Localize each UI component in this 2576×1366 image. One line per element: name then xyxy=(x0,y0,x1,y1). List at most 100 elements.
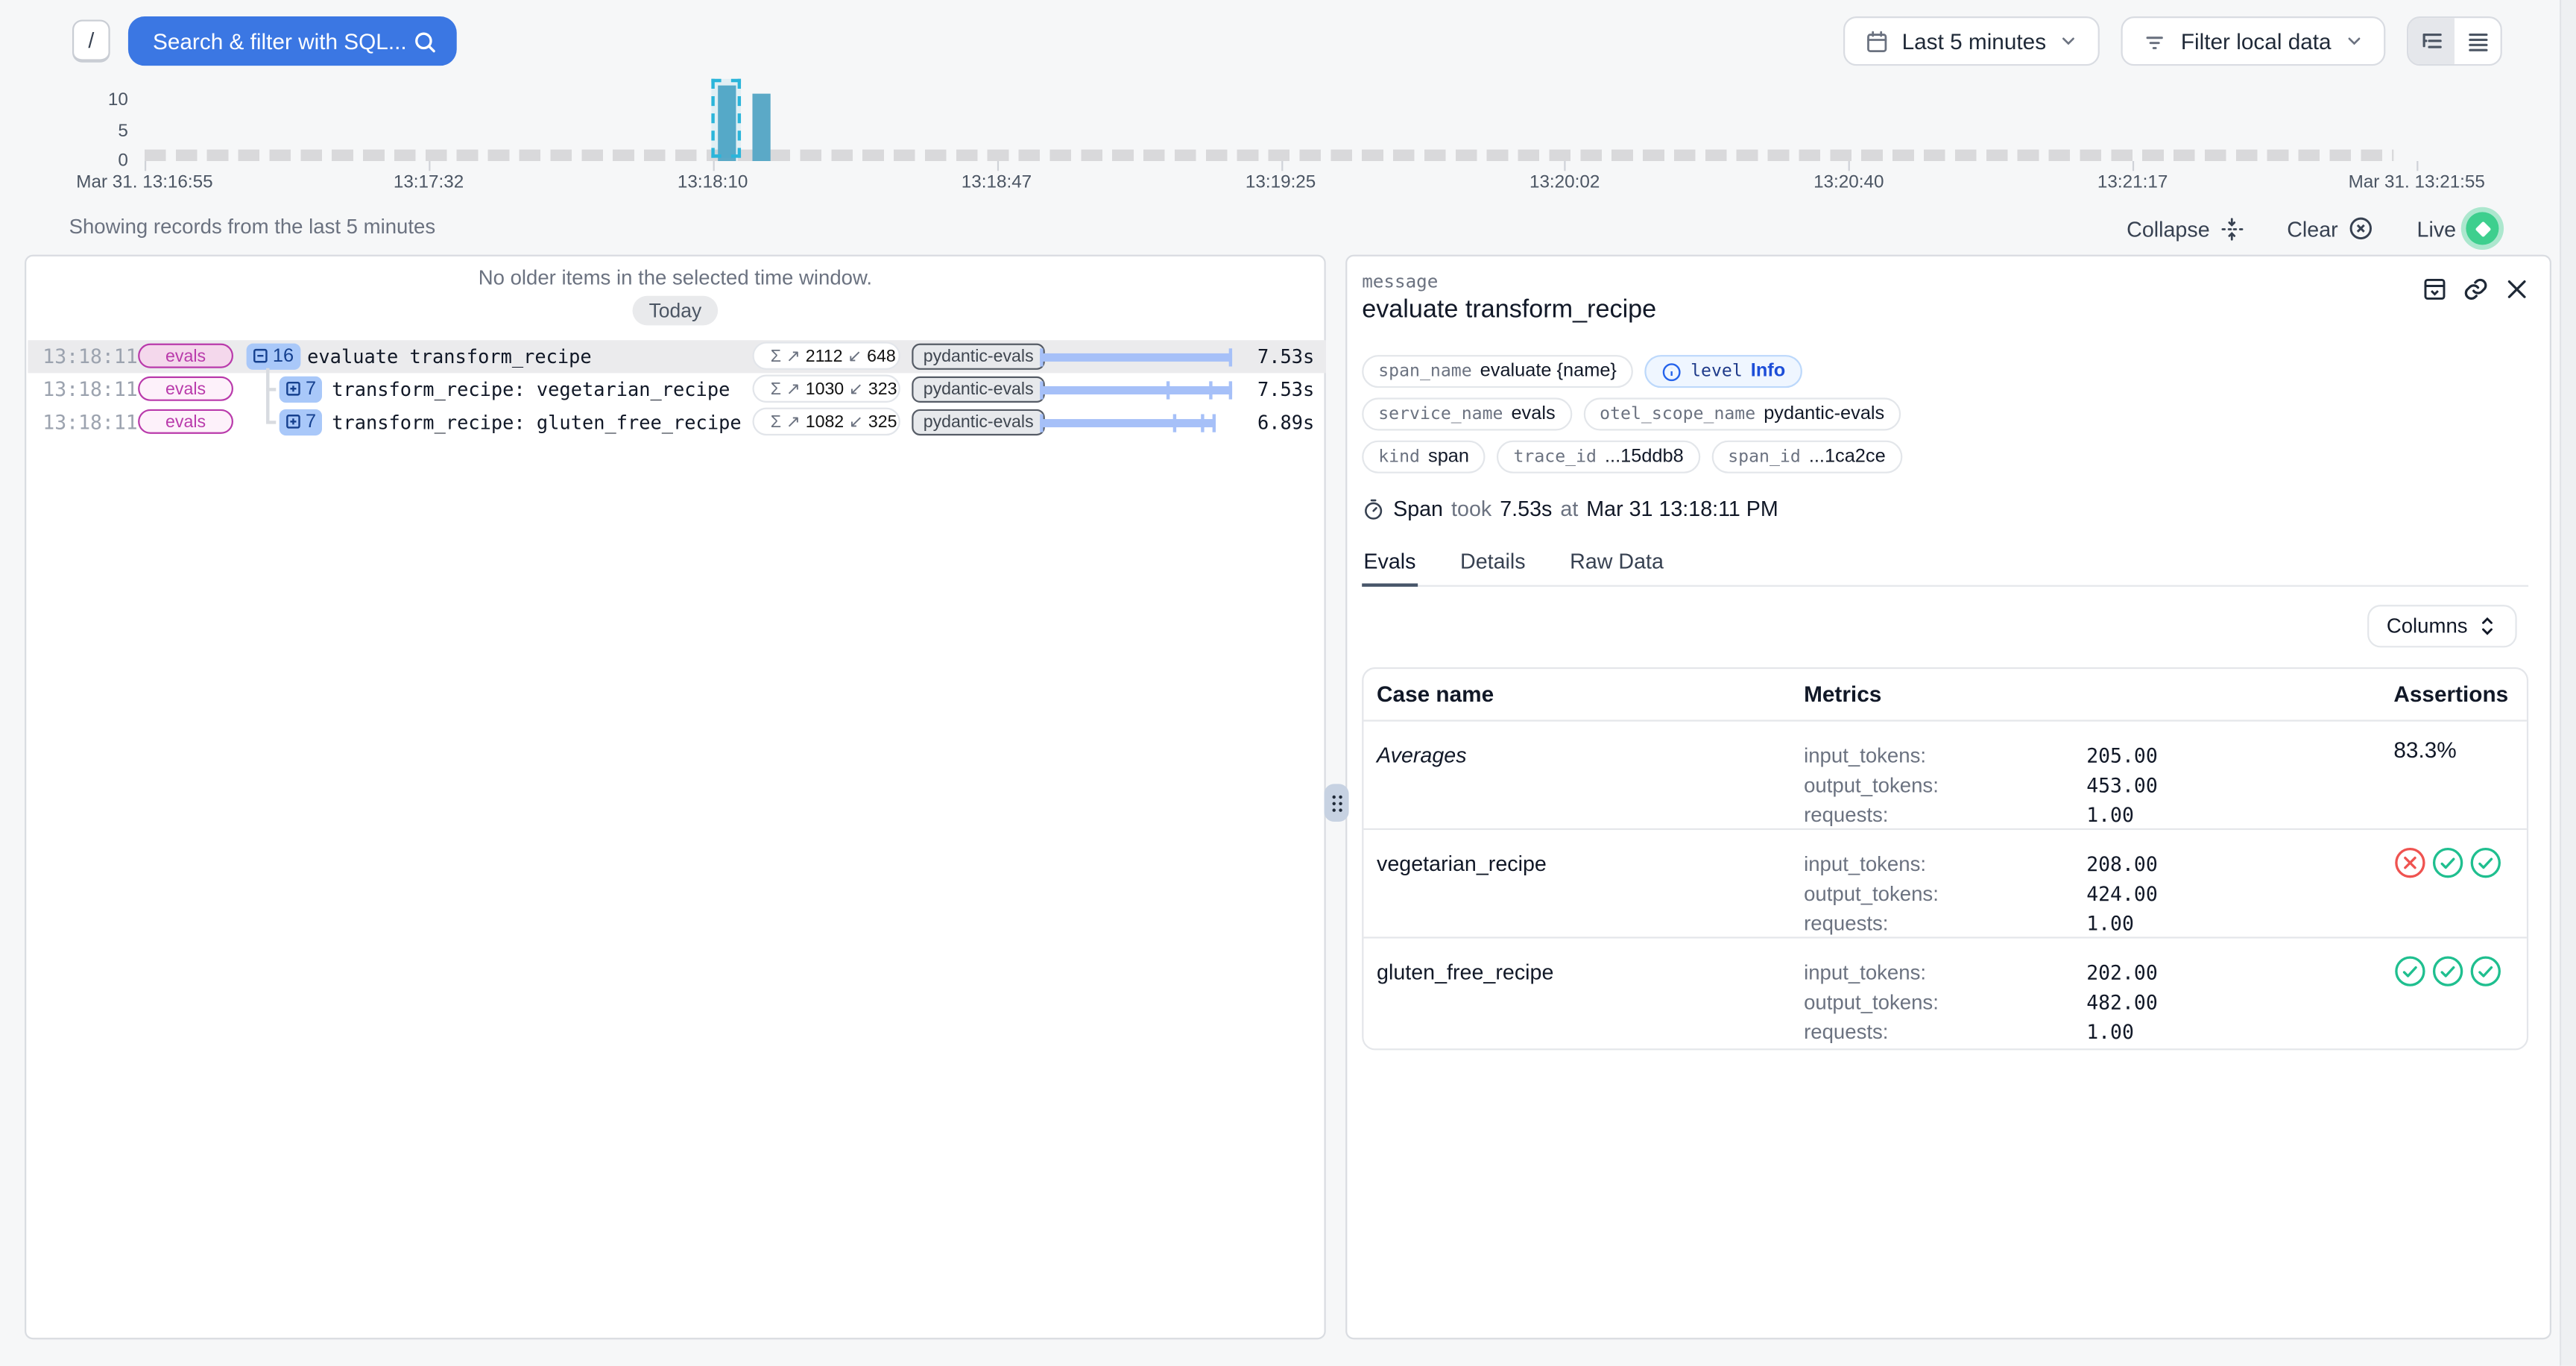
input-tokens: 1082 xyxy=(806,412,844,431)
eval-row-gluten-free[interactable]: gluten_free_recipe input_tokens: output_… xyxy=(1363,939,2527,1047)
x-axis-tick xyxy=(145,161,146,171)
collapse-button[interactable]: Collapse xyxy=(2127,216,2244,241)
collapse-children-badge[interactable]: 16 xyxy=(247,343,300,369)
span-name[interactable]: evaluate transform_recipe xyxy=(307,345,592,368)
selection-region[interactable] xyxy=(711,79,741,158)
tab-evals[interactable]: Evals xyxy=(1362,549,1417,587)
window-scrollbar[interactable] xyxy=(2560,0,2576,1366)
columns-button[interactable]: Columns xyxy=(2367,605,2516,647)
output-tokens: 325 xyxy=(868,412,897,431)
sigma-icon: Σ xyxy=(771,346,781,365)
otel-scope-tag[interactable]: pydantic-evals xyxy=(912,409,1045,435)
span-name[interactable]: transform_recipe: gluten_free_recipe xyxy=(332,411,741,434)
attr-value: ...15ddb8 xyxy=(1605,447,1684,467)
duration-tick xyxy=(1209,380,1212,398)
service-tag[interactable]: evals xyxy=(138,344,233,368)
filter-icon xyxy=(2143,29,2168,54)
assertion-pass-icon xyxy=(2469,846,2502,879)
attribute-pill-trace-id[interactable]: trace_id ...15ddb8 xyxy=(1497,441,1699,473)
y-tick-5: 5 xyxy=(79,122,128,141)
search-input[interactable]: Search & filter with SQL... xyxy=(128,16,457,66)
sigma-icon: Σ xyxy=(771,412,781,431)
span-title: evaluate transform_recipe xyxy=(1362,296,1656,326)
flat-view-toggle[interactable] xyxy=(2455,18,2501,64)
assertion-pass-icon xyxy=(2393,955,2426,988)
service-tag[interactable]: evals xyxy=(138,409,233,434)
chart-plot-area[interactable] xyxy=(145,86,2416,161)
attribute-pill-otel-scope[interactable]: otel_scope_name pydantic-evals xyxy=(1583,397,1901,430)
assertion-icons xyxy=(2393,846,2501,879)
timing-word: took xyxy=(1451,497,1491,521)
view-mode-toggle xyxy=(2407,16,2502,66)
child-count: 7 xyxy=(306,412,316,431)
timing-word: at xyxy=(1560,497,1578,521)
eval-row-averages[interactable]: Averages input_tokens: output_tokens: re… xyxy=(1363,722,2527,830)
metric-label: output_tokens: xyxy=(1804,988,1939,1018)
collapse-vertical-icon xyxy=(2220,216,2244,241)
output-tokens: 323 xyxy=(868,379,897,398)
baseline-dashes xyxy=(145,150,2394,161)
stopwatch-icon xyxy=(1362,497,1385,520)
span-name[interactable]: transform_recipe: vegetarian_recipe xyxy=(332,378,730,401)
service-tag[interactable]: evals xyxy=(138,377,233,401)
expand-children-badge[interactable]: 7 xyxy=(280,409,323,435)
arrow-up-right-icon: ↗ xyxy=(786,346,801,365)
token-usage-chip: Σ ↗2112 ↙648 xyxy=(752,342,900,369)
dock-panel-icon[interactable] xyxy=(2422,276,2448,302)
x-axis-tick xyxy=(1281,161,1282,171)
plus-square-icon xyxy=(284,412,302,430)
panel-resize-handle[interactable] xyxy=(1325,784,1349,822)
tab-raw-data[interactable]: Raw Data xyxy=(1568,549,1665,585)
attribute-pill-kind[interactable]: kind span xyxy=(1362,441,1486,473)
y-tick-0: 0 xyxy=(79,151,128,171)
day-separator-pill: Today xyxy=(633,296,719,326)
metric-value: 208.00 xyxy=(2086,850,2158,880)
app-window: / Search & filter with SQL... Last 5 min… xyxy=(0,0,2576,1366)
attribute-pill-span-name[interactable]: span_name evaluate {name} xyxy=(1362,355,1633,388)
token-usage-chip: Σ ↗1082 ↙325 xyxy=(752,408,900,435)
x-tick-label: Mar 31. 13:21:55 xyxy=(2349,172,2485,192)
case-name: Averages xyxy=(1377,743,1467,767)
trace-timestamp: 13:18:11 xyxy=(42,411,137,434)
trace-row[interactable]: 13:18:11 evals 16 evaluate transform_rec… xyxy=(28,340,1325,373)
filter-local-data-dropdown[interactable]: Filter local data xyxy=(2121,16,2385,66)
metric-label: input_tokens: xyxy=(1804,741,1939,771)
trace-list-panel: No older items in the selected time wind… xyxy=(25,255,1326,1340)
col-header-assertions: Assertions xyxy=(2393,682,2508,707)
attr-value: span xyxy=(1428,447,1469,467)
metric-label: requests: xyxy=(1804,909,1939,939)
attr-value: ...1ca2ce xyxy=(1809,447,1886,467)
tree-list-icon xyxy=(2419,29,2444,54)
empty-window-notice: No older items in the selected time wind… xyxy=(26,266,1324,289)
timing-timestamp: Mar 31 13:18:11 PM xyxy=(1586,497,1778,521)
attr-key: span_id xyxy=(1728,447,1801,467)
minus-square-icon xyxy=(251,347,269,365)
arrow-down-left-icon: ↙ xyxy=(849,379,863,398)
tab-details[interactable]: Details xyxy=(1459,549,1527,585)
metric-value: 1.00 xyxy=(2086,909,2158,939)
histogram-bar[interactable] xyxy=(752,93,770,161)
trace-row[interactable]: 13:18:11 evals 7 transform_recipe: glute… xyxy=(28,406,1325,438)
attribute-pill-span-id[interactable]: span_id ...1ca2ce xyxy=(1711,441,1902,473)
trace-row[interactable]: 13:18:11 evals 7 transform_recipe: veget… xyxy=(28,373,1325,406)
clear-button[interactable]: Clear xyxy=(2287,215,2374,242)
expand-children-badge[interactable]: 7 xyxy=(280,376,323,402)
close-icon[interactable] xyxy=(2504,276,2530,302)
arrow-up-right-icon: ↗ xyxy=(786,412,801,431)
tree-view-toggle[interactable] xyxy=(2408,18,2455,64)
otel-scope-tag[interactable]: pydantic-evals xyxy=(912,376,1045,402)
attribute-pill-level[interactable]: level Info xyxy=(1644,355,1802,388)
trace-timestamp: 13:18:11 xyxy=(42,378,137,401)
copy-link-icon[interactable] xyxy=(2463,276,2489,302)
duration-tick xyxy=(1172,413,1175,431)
attr-key: otel_scope_name xyxy=(1600,404,1755,424)
clear-circle-x-icon xyxy=(2348,215,2374,242)
attr-value: evals xyxy=(1511,404,1555,424)
live-toggle[interactable]: Live xyxy=(2417,212,2499,245)
attribute-pill-service-name[interactable]: service_name evals xyxy=(1362,397,1572,430)
otel-scope-tag[interactable]: pydantic-evals xyxy=(912,343,1045,369)
arrow-down-left-icon: ↙ xyxy=(847,346,862,365)
eval-row-vegetarian[interactable]: vegetarian_recipe input_tokens: output_t… xyxy=(1363,830,2527,938)
time-range-dropdown[interactable]: Last 5 minutes xyxy=(1843,16,2100,66)
x-tick-label: 13:18:47 xyxy=(962,172,1032,192)
